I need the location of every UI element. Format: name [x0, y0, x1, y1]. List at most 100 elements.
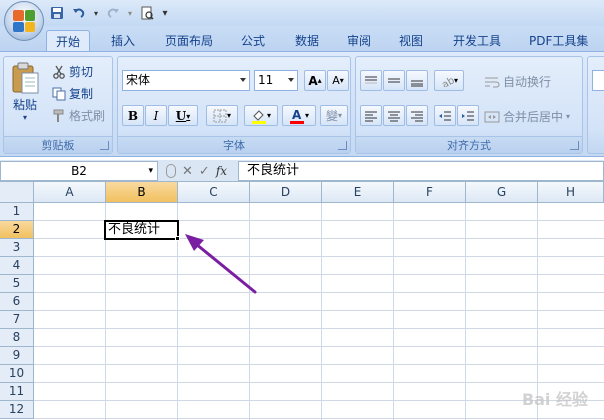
tab-page-layout[interactable]: 页面布局	[156, 30, 222, 52]
align-center-icon	[388, 111, 400, 121]
svg-text:ab: ab	[440, 75, 454, 87]
align-left-button[interactable]	[360, 105, 382, 126]
name-box-value: B2	[71, 164, 87, 178]
align-top-button[interactable]	[360, 70, 382, 91]
tab-home[interactable]: 开始	[46, 30, 91, 52]
formula-input[interactable]: 不良统计	[238, 161, 604, 181]
underline-button[interactable]: U ▾	[168, 105, 198, 126]
paste-button[interactable]: 粘贴 ▾	[10, 61, 40, 122]
shrink-font-button[interactable]: A ▾	[327, 70, 349, 91]
alignment-dialog-launcher-icon[interactable]	[570, 141, 579, 150]
tab-insert[interactable]: 插入	[102, 30, 144, 52]
tab-pdf-tools[interactable]: PDF工具集	[520, 30, 597, 52]
merge-center-icon	[484, 111, 500, 122]
formula-splitter-icon[interactable]	[166, 164, 176, 178]
font-name-value: 宋体	[126, 73, 151, 87]
wrap-text-icon	[485, 77, 500, 87]
italic-button[interactable]: I	[145, 105, 167, 126]
font-group-label: 字体	[118, 136, 350, 153]
ribbon-tabs: 开始 插入 页面布局 公式 数据 审阅 视图 开发工具 PDF工具集	[0, 26, 604, 52]
paste-label: 粘贴	[12, 98, 37, 112]
tab-developer[interactable]: 开发工具	[444, 30, 510, 52]
formula-bar: B2 ▾ ✕ ✓ fx 不良统计	[0, 160, 604, 182]
print-preview-icon[interactable]	[138, 4, 156, 22]
tab-review[interactable]: 审阅	[338, 30, 380, 52]
format-painter-button[interactable]: 格式刷	[52, 107, 105, 124]
format-painter-label: 格式刷	[69, 109, 106, 123]
underline-label: U	[175, 108, 187, 123]
redo-icon[interactable]	[104, 4, 122, 22]
font-size-select[interactable]: 11	[254, 70, 298, 91]
paste-icon	[12, 62, 39, 94]
spreadsheet-grid: A B C D E F G H 1 2 3 4 5 6 7 8 9 10 11 …	[0, 182, 604, 420]
tab-view[interactable]: 视图	[390, 30, 432, 52]
paste-dropdown-icon[interactable]: ▾	[23, 114, 27, 122]
number-format-select[interactable]	[592, 70, 604, 91]
office-logo-icon	[13, 10, 35, 32]
ribbon: 粘贴 ▾ 剪切 复制 格式刷 剪贴板 宋体 11 A ▴ A ▾ B I U ▾…	[0, 51, 604, 157]
copy-button[interactable]: 复制	[52, 85, 93, 102]
merge-center-button[interactable]: 合并后居中 ▾	[484, 108, 570, 125]
name-box[interactable]: B2 ▾	[0, 161, 158, 181]
align-top-icon	[365, 76, 377, 83]
font-group: 宋体 11 A ▴ A ▾ B I U ▾ ▾ ▾ A ▾ 變 ▾ 字体	[117, 56, 351, 154]
undo-dropdown-icon[interactable]: ▾	[92, 4, 100, 22]
orientation-button[interactable]: ab ▾	[434, 70, 464, 91]
merge-center-label: 合并后居中	[503, 110, 564, 124]
insert-function-icon[interactable]: fx	[216, 164, 227, 178]
format-painter-icon	[53, 109, 64, 122]
formula-controls: ✕ ✓ fx	[162, 161, 236, 181]
scissors-icon	[53, 65, 65, 79]
fill-color-button[interactable]: ▾	[244, 105, 278, 126]
cut-button[interactable]: 剪切	[52, 63, 93, 80]
number-group-partial	[587, 56, 604, 154]
grow-font-icon: A	[308, 73, 318, 88]
watermark-logo: Bai 经验	[521, 390, 588, 409]
cancel-icon[interactable]: ✕	[182, 164, 193, 179]
shrink-font-icon: A	[332, 74, 340, 87]
font-dialog-launcher-icon[interactable]	[338, 141, 347, 150]
redo-dropdown-icon[interactable]: ▾	[126, 4, 134, 22]
font-color-button[interactable]: A ▾	[282, 105, 316, 126]
fill-bucket-icon	[251, 109, 266, 124]
font-color-icon: A	[289, 108, 304, 124]
office-button[interactable]	[4, 1, 44, 41]
font-size-value: 11	[258, 73, 274, 87]
borders-button[interactable]: ▾	[206, 105, 238, 126]
title-bar: ▾ ▾ ▾	[0, 0, 604, 41]
align-middle-button[interactable]	[383, 70, 405, 91]
alignment-group-label: 对齐方式	[356, 136, 582, 153]
annotation-arrow-icon	[185, 234, 257, 294]
align-left-icon	[365, 111, 377, 121]
align-middle-icon	[388, 78, 400, 82]
enter-icon[interactable]: ✓	[199, 164, 210, 179]
merge-center-dropdown-icon[interactable]: ▾	[566, 112, 570, 121]
bold-button[interactable]: B	[122, 105, 144, 126]
grow-font-button[interactable]: A ▴	[304, 70, 326, 91]
phonetic-button[interactable]: 變 ▾	[320, 105, 348, 126]
name-box-dropdown-icon[interactable]: ▾	[148, 162, 153, 180]
copy-label: 复制	[69, 87, 94, 101]
clipboard-group-label: 剪贴板	[4, 136, 112, 153]
decrease-indent-button[interactable]	[434, 105, 456, 126]
customize-icon[interactable]: ▾	[160, 4, 170, 22]
tab-formulas[interactable]: 公式	[232, 30, 274, 52]
undo-icon[interactable]	[70, 4, 88, 22]
tab-data[interactable]: 数据	[286, 30, 328, 52]
wrap-text-button[interactable]: 自动换行	[484, 73, 551, 90]
font-name-dropdown-icon	[240, 78, 246, 82]
orientation-icon: ab	[440, 75, 454, 87]
font-name-select[interactable]: 宋体	[122, 70, 250, 91]
align-right-icon	[411, 111, 423, 121]
align-right-button[interactable]	[406, 105, 428, 126]
alignment-group: ab ▾ 自动换行 合并后居中 ▾ 对齐方式	[355, 56, 583, 154]
clipboard-dialog-launcher-icon[interactable]	[100, 141, 109, 150]
increase-indent-button[interactable]	[457, 105, 479, 126]
align-bottom-button[interactable]	[406, 70, 428, 91]
clipboard-group: 粘贴 ▾ 剪切 复制 格式刷 剪贴板	[3, 56, 113, 154]
phonetic-icon: 變	[325, 109, 338, 123]
cut-label: 剪切	[69, 65, 94, 79]
save-icon[interactable]	[48, 4, 66, 22]
align-center-button[interactable]	[383, 105, 405, 126]
font-size-dropdown-icon	[288, 78, 294, 82]
